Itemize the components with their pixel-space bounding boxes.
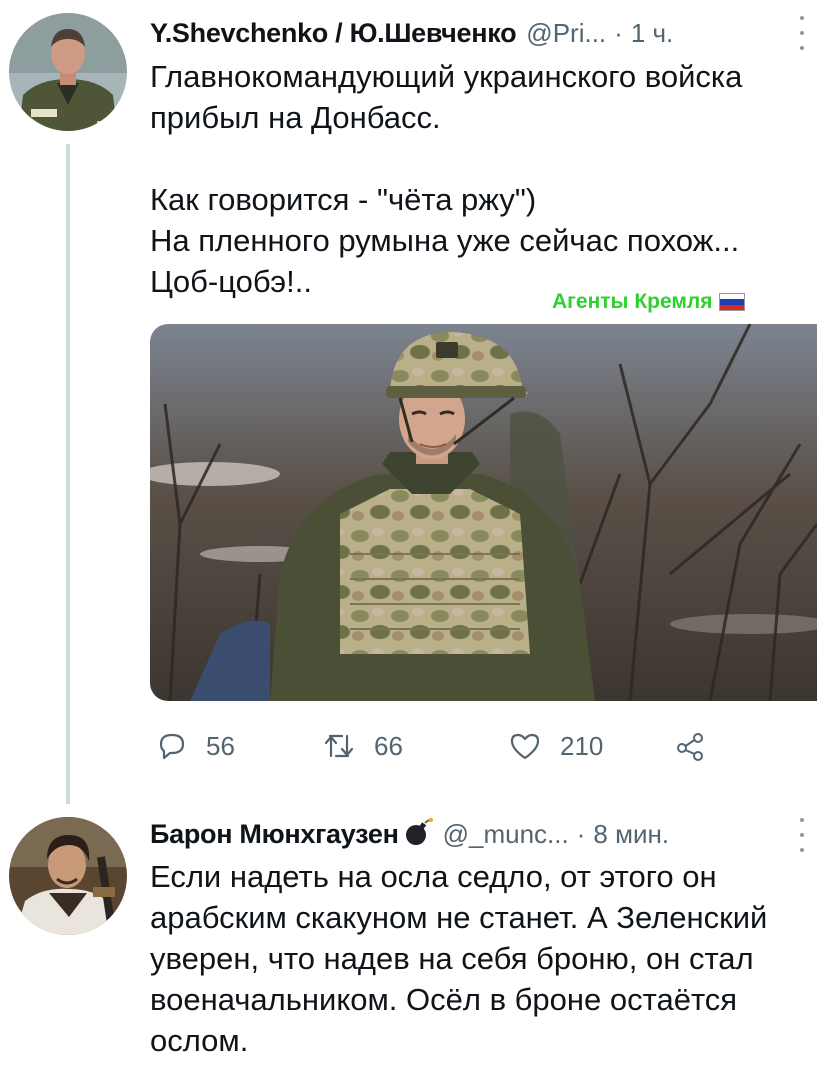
avatar[interactable]	[9, 13, 127, 131]
author-name[interactable]: Барон Мюнхгаузен	[150, 819, 399, 850]
share-button[interactable]	[674, 720, 708, 772]
thread-line	[66, 144, 70, 804]
share-icon	[677, 733, 703, 761]
retweet-count: 66	[374, 730, 403, 761]
author-handle[interactable]: @Pri...	[526, 18, 606, 49]
tweet-1[interactable]: Y.Shevchenko / Ю.Шевченко @Pri... · 1 ч.…	[0, 0, 817, 810]
tweet-actions: 56 66 210	[150, 720, 790, 772]
retweet-button[interactable]: 66	[322, 720, 403, 772]
author-name[interactable]: Y.Shevchenko / Ю.Шевченко	[150, 18, 517, 49]
like-icon	[510, 733, 540, 760]
tweet-2[interactable]: Барон Мюнхгаузен @_munc... · 8 мин. Если…	[0, 810, 817, 1080]
reply-icon	[159, 733, 185, 760]
separator: ·	[614, 17, 623, 48]
timestamp[interactable]: 8 мин.	[593, 819, 669, 850]
timestamp[interactable]: 1 ч.	[631, 18, 673, 49]
like-count: 210	[560, 730, 604, 761]
more-options-icon[interactable]	[797, 16, 807, 50]
tweet-photo[interactable]	[150, 324, 817, 701]
reply-count: 56	[206, 730, 235, 761]
tweet-header: Барон Мюнхгаузен @_munc... · 8 мин.	[150, 814, 799, 854]
watermark: Агенты Кремля	[552, 290, 745, 314]
more-options-icon[interactable]	[797, 818, 807, 852]
reply-button[interactable]: 56	[156, 720, 235, 772]
tweet-header: Y.Shevchenko / Ю.Шевченко @Pri... · 1 ч.	[150, 13, 799, 53]
tweet-text: Главнокомандующий украинского войска при…	[150, 59, 743, 299]
tweet-text: Если надеть на осла седло, от этого он а…	[150, 859, 776, 1058]
author-handle[interactable]: @_munc...	[443, 819, 569, 850]
avatar[interactable]	[9, 817, 127, 935]
bomb-icon	[403, 817, 433, 852]
retweet-icon	[324, 734, 354, 758]
separator: ·	[576, 818, 586, 849]
watermark-text: Агенты Кремля	[552, 290, 713, 313]
russian-flag-icon	[718, 293, 745, 311]
like-button[interactable]: 210	[508, 720, 603, 772]
